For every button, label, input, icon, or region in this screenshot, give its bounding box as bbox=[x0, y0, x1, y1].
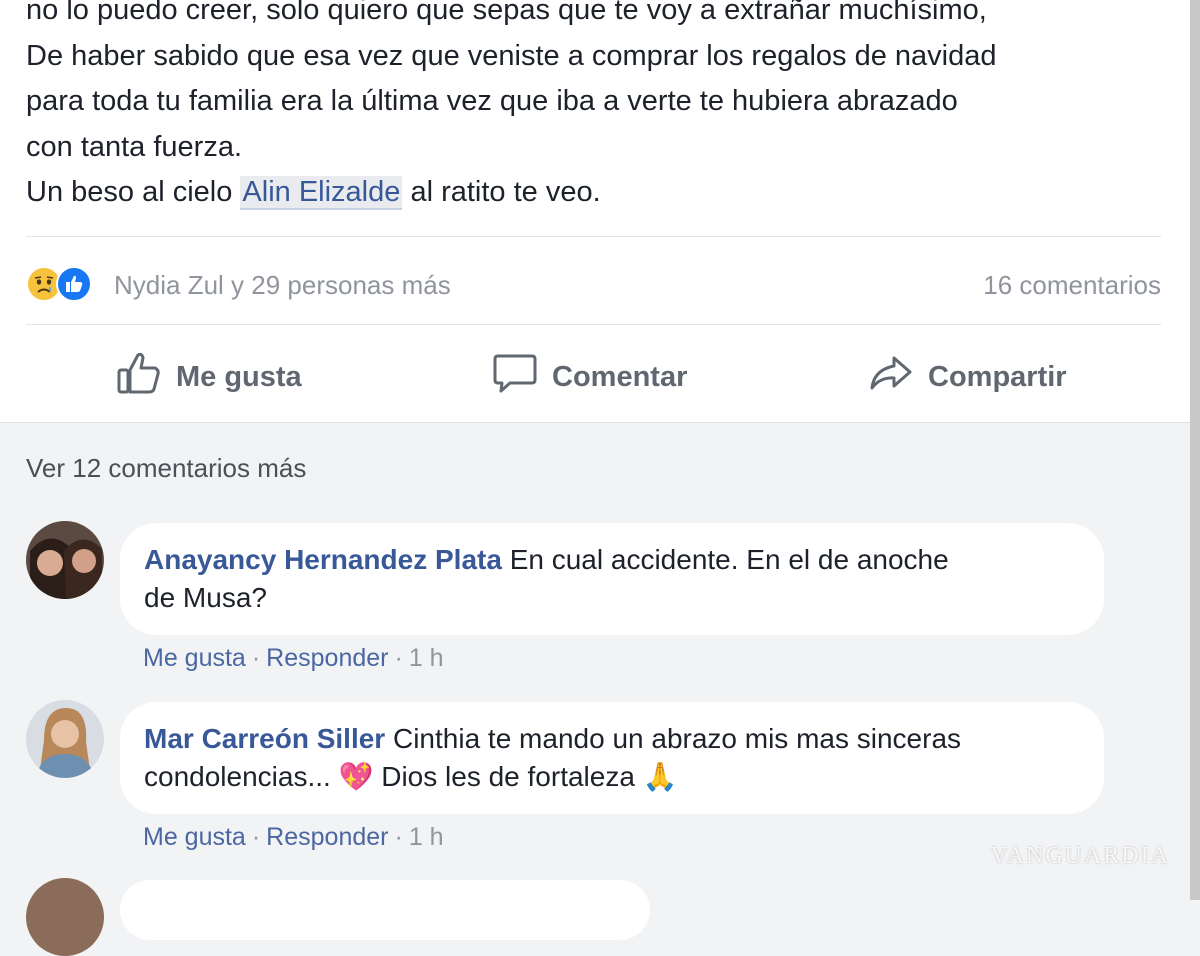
comment-timestamp[interactable]: 1 h bbox=[409, 823, 444, 851]
share-arrow-icon bbox=[868, 350, 914, 404]
separator: · bbox=[251, 644, 261, 672]
post-line-3: para toda tu familia era la última vez q… bbox=[26, 85, 958, 117]
post-text: no lo puedo creer, solo quiero que sepas… bbox=[26, 0, 1176, 216]
comment-bubble: Anayancy Hernandez Plata En cual acciden… bbox=[120, 523, 1104, 635]
post-line-5-after: al ratito te veo. bbox=[402, 176, 601, 208]
comment-reply-link[interactable]: Responder bbox=[266, 823, 388, 851]
comment-like-link[interactable]: Me gusta bbox=[143, 823, 246, 851]
divider bbox=[26, 236, 1161, 237]
comment-reply-link[interactable]: Responder bbox=[266, 644, 388, 672]
post-line-2: De haber sabido que esa vez que veniste … bbox=[26, 39, 997, 72]
comment-bubble: Mar Carreón Siller Cinthia te mando un a… bbox=[120, 702, 1104, 814]
comment-timestamp[interactable]: 1 h bbox=[409, 644, 444, 672]
avatar[interactable] bbox=[26, 700, 104, 778]
comment-meta: Me gusta · Responder · 1 h bbox=[143, 823, 444, 852]
divider bbox=[26, 324, 1161, 325]
comment-like-link[interactable]: Me gusta bbox=[143, 644, 246, 672]
comment-text-line-2b: Dios les de fortaleza bbox=[381, 761, 635, 792]
reaction-summary[interactable]: Nydia Zul y 29 personas más bbox=[114, 270, 451, 301]
praying-hands-emoji-icon: 🙏 bbox=[642, 761, 678, 792]
share-label: Compartir bbox=[928, 360, 1067, 393]
post-actions: Me gusta Comentar Compartir bbox=[0, 340, 1190, 410]
avatar[interactable] bbox=[26, 878, 104, 956]
like-reaction-icon bbox=[56, 266, 92, 302]
share-button[interactable]: Compartir bbox=[868, 350, 1067, 404]
thumbs-up-icon bbox=[116, 350, 162, 404]
post-line-1: no lo puedo creer, solo quiero que sepas… bbox=[26, 0, 987, 26]
separator: · bbox=[251, 823, 261, 851]
comment-author[interactable]: Mar Carreón Siller bbox=[144, 723, 385, 754]
comment-text-line-2: de Musa? bbox=[144, 582, 267, 613]
comment-count[interactable]: 16 comentarios bbox=[983, 270, 1161, 301]
post-line-5: Un beso al cielo Alin Elizalde al ratito… bbox=[26, 170, 1176, 216]
watermark: VANGUARDIA bbox=[990, 843, 1170, 869]
post-line-4: con tanta fuerza. bbox=[26, 130, 243, 163]
view-more-comments-link[interactable]: Ver 12 comentarios más bbox=[26, 453, 306, 484]
heart-emoji-icon: 💖 bbox=[338, 761, 374, 792]
mention-link[interactable]: Alin Elizalde bbox=[240, 176, 403, 210]
reactions-row[interactable]: Nydia Zul y 29 personas más 16 comentari… bbox=[26, 262, 1161, 306]
separator: · bbox=[394, 644, 403, 672]
comment-text-line-2: condolencias... bbox=[144, 761, 331, 792]
post-line-5-before: Un beso al cielo bbox=[26, 176, 241, 208]
comment-meta: Me gusta · Responder · 1 h bbox=[143, 644, 444, 673]
speech-bubble-icon bbox=[492, 350, 538, 404]
comment-author[interactable]: Anayancy Hernandez Plata bbox=[144, 544, 502, 575]
avatar[interactable] bbox=[26, 521, 104, 599]
like-label: Me gusta bbox=[176, 360, 302, 393]
comment-bubble bbox=[120, 880, 650, 940]
comment-button[interactable]: Comentar bbox=[492, 350, 687, 404]
comment-label: Comentar bbox=[552, 360, 688, 393]
post-card: no lo puedo creer, solo quiero que sepas… bbox=[0, 0, 1190, 423]
like-button[interactable]: Me gusta bbox=[116, 350, 302, 404]
separator: · bbox=[394, 823, 403, 851]
comment-text: Cinthia te mando un abrazo mis mas since… bbox=[392, 723, 962, 754]
comment-text: En cual accidente. En el de anoche bbox=[509, 544, 949, 575]
scrollbar[interactable] bbox=[1190, 0, 1200, 900]
